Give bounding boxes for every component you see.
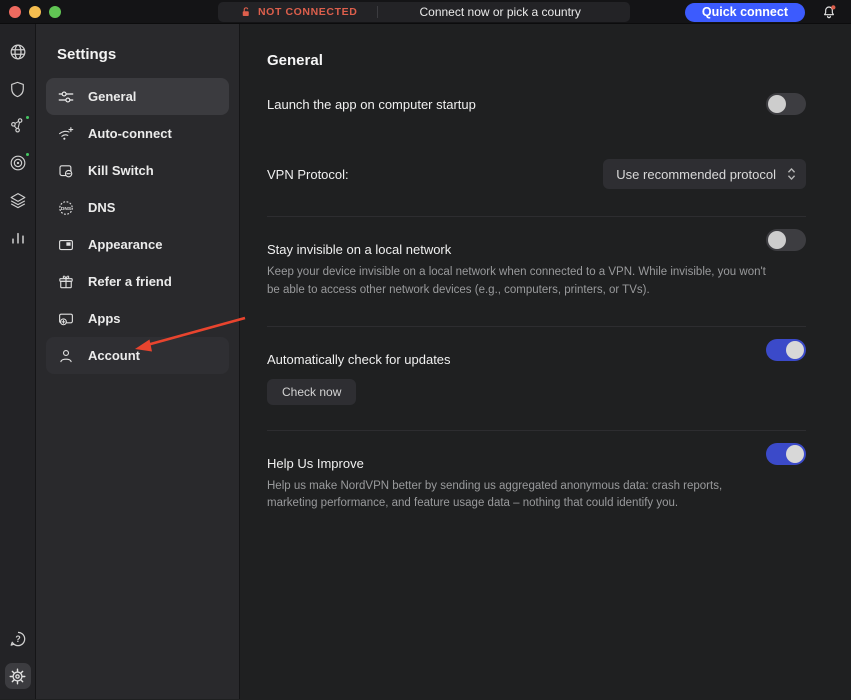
globe-icon — [8, 42, 28, 62]
sidebar-item-statistics[interactable] — [5, 224, 31, 250]
settings-sidebar: Settings General — [36, 24, 240, 699]
kill-switch-icon — [57, 162, 75, 180]
vpn-protocol-row: VPN Protocol: Use recommended protocol — [267, 159, 806, 189]
sidebar-item-threat-protection[interactable] — [5, 76, 31, 102]
toggle-knob — [786, 445, 804, 463]
shield-icon — [8, 80, 27, 99]
sidebar-item-kill-switch[interactable]: Kill Switch — [46, 152, 229, 189]
toggle-knob — [768, 231, 786, 249]
help-button[interactable]: ? — [5, 626, 31, 652]
dns-globe-icon: DNS — [57, 199, 75, 217]
sidebar-item-refer-a-friend[interactable]: Refer a friend — [46, 263, 229, 300]
sidebar-item-auto-connect[interactable]: Auto-connect — [46, 115, 229, 152]
appearance-icon — [57, 236, 75, 254]
sidebar-item-meshnet[interactable] — [5, 113, 31, 139]
zoom-window-button[interactable] — [49, 6, 61, 18]
sidebar-item-label: General — [88, 89, 136, 104]
close-window-button[interactable] — [9, 6, 21, 18]
sidebar-item-dark-web-monitor[interactable] — [5, 150, 31, 176]
sliders-icon — [57, 88, 75, 106]
meshnet-online-badge — [24, 114, 31, 121]
sidebar-item-label: Auto-connect — [88, 126, 172, 141]
sidebar-item-label: Kill Switch — [88, 163, 154, 178]
sidebar-item-account[interactable]: Account — [46, 337, 229, 374]
sidebar-item-dns[interactable]: DNS DNS — [46, 189, 229, 226]
gift-icon — [57, 273, 75, 291]
auto-updates-text: Automatically check for updates Check no… — [267, 339, 451, 405]
sidebar-item-presets[interactable] — [5, 187, 31, 213]
svg-text:DNS: DNS — [61, 205, 72, 211]
status-label: NOT CONNECTED — [258, 6, 357, 18]
launch-on-startup-toggle[interactable] — [766, 93, 806, 115]
sidebar-item-label: DNS — [88, 200, 115, 215]
toggle-knob — [786, 341, 804, 359]
settings-button[interactable] — [5, 663, 31, 689]
help-bubble-icon: ? — [8, 629, 28, 649]
help-us-improve-label: Help Us Improve — [267, 456, 766, 471]
invisible-on-lan-text: Stay invisible on a local network Keep y… — [267, 229, 766, 300]
invisible-on-lan-description: Keep your device invisible on a local ne… — [267, 264, 766, 300]
panel-heading: General — [267, 52, 806, 69]
sidebar-item-label: Appearance — [88, 237, 162, 252]
sidebar-item-label: Apps — [88, 311, 121, 326]
unlocked-padlock-icon — [240, 6, 252, 18]
invisible-on-lan-label: Stay invisible on a local network — [267, 242, 766, 257]
updown-chevron-icon — [787, 167, 796, 181]
minimize-window-button[interactable] — [29, 6, 41, 18]
section-divider — [267, 216, 806, 217]
app-body: ? Settings — [0, 24, 851, 699]
nordvpn-settings-window: NOT CONNECTED Connect now or pick a coun… — [0, 0, 851, 700]
vpn-protocol-select[interactable]: Use recommended protocol — [603, 159, 806, 189]
sidebar-item-vpn-globe[interactable] — [5, 39, 31, 65]
sidebar-item-apps[interactable]: Apps — [46, 300, 229, 337]
launch-on-startup-label: Launch the app on computer startup — [267, 97, 476, 112]
sidebar-item-general[interactable]: General — [46, 78, 229, 115]
notifications-bell-button[interactable] — [817, 2, 841, 22]
statistics-bars-icon — [8, 227, 28, 247]
help-us-improve-description: Help us make NordVPN better by sending u… — [267, 478, 766, 514]
auto-connect-icon — [57, 125, 75, 143]
help-us-improve-row: Help Us Improve Help us make NordVPN bet… — [267, 443, 806, 514]
titlebar: NOT CONNECTED Connect now or pick a coun… — [0, 0, 851, 24]
layers-icon — [8, 190, 28, 210]
sidebar-item-appearance[interactable]: Appearance — [46, 226, 229, 263]
section-divider — [267, 326, 806, 327]
invisible-on-lan-toggle[interactable] — [766, 229, 806, 251]
invisible-on-lan-row: Stay invisible on a local network Keep y… — [267, 229, 806, 300]
person-icon — [57, 347, 75, 365]
quick-connect-button[interactable]: Quick connect — [685, 3, 805, 22]
connect-hint-text: Connect now or pick a country — [378, 5, 630, 19]
auto-updates-label: Automatically check for updates — [267, 352, 451, 367]
connection-status-bar: NOT CONNECTED Connect now or pick a coun… — [218, 2, 630, 22]
vpn-protocol-value: Use recommended protocol — [616, 167, 776, 182]
toggle-knob — [768, 95, 786, 113]
svg-text:?: ? — [15, 634, 20, 644]
section-divider — [267, 430, 806, 431]
apps-icon — [57, 310, 75, 328]
vpn-protocol-label: VPN Protocol: — [267, 167, 349, 182]
connection-status: NOT CONNECTED — [218, 6, 377, 18]
auto-updates-toggle[interactable] — [766, 339, 806, 361]
launch-on-startup-row: Launch the app on computer startup — [267, 93, 806, 115]
check-now-button[interactable]: Check now — [267, 379, 356, 405]
macos-traffic-lights — [0, 6, 61, 18]
auto-updates-row: Automatically check for updates Check no… — [267, 339, 806, 405]
general-settings-panel: General Launch the app on computer start… — [240, 24, 851, 699]
bell-icon — [821, 4, 837, 20]
help-us-improve-toggle[interactable] — [766, 443, 806, 465]
sidebar-item-label: Refer a friend — [88, 274, 172, 289]
left-icon-rail: ? — [0, 24, 36, 699]
sidebar-item-label: Account — [88, 348, 140, 363]
gear-icon — [8, 667, 27, 686]
dark-web-monitor-badge — [24, 151, 31, 158]
sidebar-title: Settings — [46, 38, 229, 78]
help-us-improve-text: Help Us Improve Help us make NordVPN bet… — [267, 443, 766, 514]
